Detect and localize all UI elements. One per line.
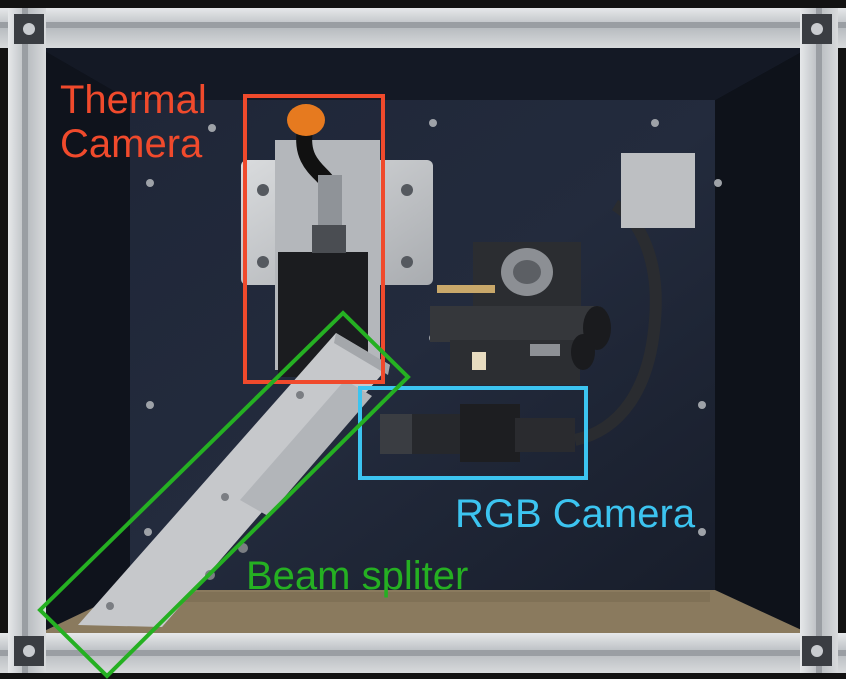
orange-cable-cap bbox=[287, 104, 325, 136]
rgb-camera-body bbox=[460, 404, 520, 462]
white-box bbox=[621, 153, 695, 228]
rgb-camera-label: RGB Camera bbox=[455, 492, 696, 536]
thermal-label-line1: Thermal bbox=[60, 78, 207, 122]
thermal-label-line2: Camera bbox=[60, 122, 203, 166]
thermal-camera-label: Thermal Camera bbox=[60, 78, 207, 166]
beam-splitter-label: Beam spliter bbox=[246, 554, 469, 598]
